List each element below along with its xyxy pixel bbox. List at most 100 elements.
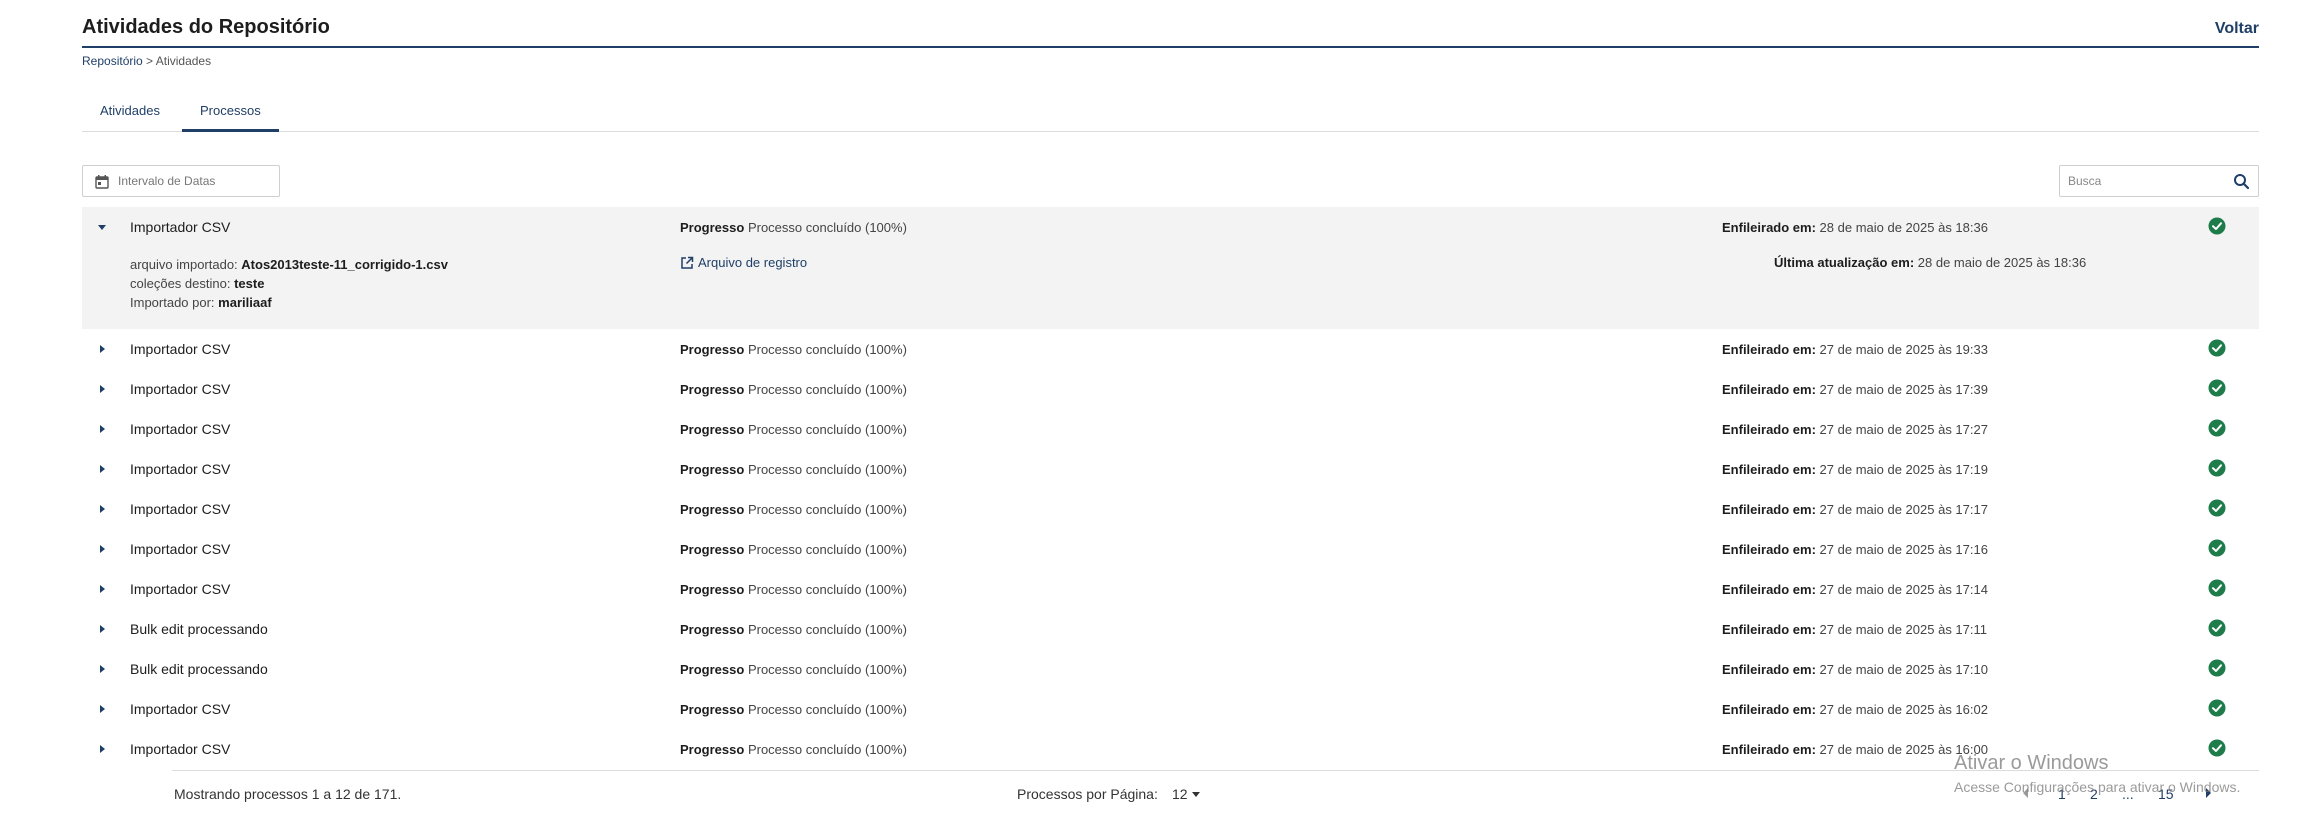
date-range-filter[interactable]: Intervalo de Datas — [82, 165, 280, 197]
search-icon[interactable] — [2232, 172, 2252, 192]
caret-right-icon[interactable] — [94, 381, 110, 397]
page-header: Atividades do Repositório Voltar — [82, 14, 2259, 48]
caret-down-icon[interactable] — [94, 219, 110, 235]
process-progress-value: Processo concluído (100%) — [747, 542, 907, 557]
check-circle-icon — [2208, 579, 2226, 597]
process-queued-value: 27 de maio de 2025 às 16:02 — [1819, 702, 1988, 717]
caret-right-icon[interactable] — [94, 741, 110, 757]
detail-imported-by: Importado por: mariliaaf — [130, 293, 448, 312]
search-input[interactable] — [2060, 166, 2220, 196]
per-page-value: 12 — [1172, 786, 1188, 802]
process-row: Bulk edit processando Progresso Processo … — [82, 649, 2259, 689]
process-progress: Progresso Processo concluído (100%) — [680, 342, 907, 357]
process-queued: Enfileirado em: 27 de maio de 2025 às 17… — [1722, 662, 1988, 677]
process-row: Importador CSV Progresso Processo concluí… — [82, 529, 2259, 569]
process-queued: Enfileirado em: 27 de maio de 2025 às 17… — [1722, 382, 1988, 397]
process-queued-label: Enfileirado em: — [1722, 502, 1816, 517]
process-queued-value: 27 de maio de 2025 às 19:33 — [1819, 342, 1988, 357]
per-page-select[interactable]: 12 — [1172, 786, 1200, 802]
process-row: Importador CSV Progresso Processo concluí… — [82, 569, 2259, 609]
process-queued: Enfileirado em: 27 de maio de 2025 às 17… — [1722, 582, 1988, 597]
tab-activities[interactable]: Atividades — [82, 96, 178, 132]
process-progress: Progresso Processo concluído (100%) — [680, 220, 907, 235]
process-row: Importador CSV Progresso Processo concluí… — [82, 729, 2259, 769]
check-circle-icon — [2208, 339, 2226, 357]
tab-processes[interactable]: Processos — [182, 96, 279, 132]
process-progress-value: Processo concluído (100%) — [747, 422, 907, 437]
process-progress-label: Progresso — [680, 622, 745, 637]
detail-target-collections-value: teste — [234, 276, 265, 291]
breadcrumb-repository-link[interactable]: Repositório — [82, 54, 143, 68]
log-file-link[interactable]: Arquivo de registro — [680, 255, 807, 270]
process-progress-label: Progresso — [680, 462, 745, 477]
process-queued: Enfileirado em: 27 de maio de 2025 às 17… — [1722, 422, 1988, 437]
process-row: Importador CSV Progresso Processo concluí… — [82, 409, 2259, 449]
process-queued: Enfileirado em: 27 de maio de 2025 às 17… — [1722, 502, 1988, 517]
process-queued-label: Enfileirado em: — [1722, 542, 1816, 557]
process-queued-value: 27 de maio de 2025 às 17:17 — [1819, 502, 1988, 517]
search-box — [2059, 165, 2259, 197]
page-15-button[interactable]: 15 — [2158, 786, 2174, 802]
caret-right-icon[interactable] — [94, 541, 110, 557]
process-progress: Progresso Processo concluído (100%) — [680, 742, 907, 757]
process-progress-label: Progresso — [680, 502, 745, 517]
prev-page-button[interactable] — [2022, 786, 2030, 802]
pagination: 1 2 ... 15 — [2022, 786, 2252, 806]
page-1-button[interactable]: 1 — [2058, 786, 2066, 802]
caret-right-icon[interactable] — [94, 501, 110, 517]
process-queued-label: Enfileirado em: — [1722, 220, 1816, 235]
process-name: Bulk edit processando — [130, 621, 268, 637]
chevron-down-icon — [1191, 792, 1200, 797]
back-link[interactable]: Voltar — [2215, 20, 2259, 38]
process-progress-value: Processo concluído (100%) — [747, 702, 907, 717]
breadcrumb-current: Atividades — [155, 54, 212, 68]
process-queued-label: Enfileirado em: — [1722, 582, 1816, 597]
process-progress: Progresso Processo concluído (100%) — [680, 582, 907, 597]
process-progress-label: Progresso — [680, 382, 745, 397]
check-circle-icon — [2208, 499, 2226, 517]
process-queued-label: Enfileirado em: — [1722, 462, 1816, 477]
process-progress-label: Progresso — [680, 582, 745, 597]
caret-right-icon[interactable] — [94, 701, 110, 717]
check-circle-icon — [2208, 379, 2226, 397]
process-progress-value: Processo concluído (100%) — [747, 342, 907, 357]
process-progress-value: Processo concluído (100%) — [747, 662, 907, 677]
process-row: Bulk edit processando Progresso Processo … — [82, 609, 2259, 649]
check-circle-icon — [2208, 739, 2226, 757]
page-title: Atividades do Repositório — [82, 16, 330, 38]
process-queued: Enfileirado em: 27 de maio de 2025 às 17… — [1722, 542, 1988, 557]
process-queued: Enfileirado em: 27 de maio de 2025 às 16… — [1722, 742, 1988, 757]
process-progress: Progresso Processo concluído (100%) — [680, 462, 907, 477]
next-page-button[interactable] — [2204, 786, 2212, 802]
check-circle-icon — [2208, 619, 2226, 637]
process-queued: Enfileirado em: 27 de maio de 2025 às 17… — [1722, 462, 1988, 477]
process-queued-label: Enfileirado em: — [1722, 622, 1816, 637]
process-queued-value: 27 de maio de 2025 às 17:27 — [1819, 422, 1988, 437]
detail-imported-by-value: mariliaaf — [218, 295, 272, 310]
process-progress-value: Processo concluído (100%) — [747, 742, 907, 757]
list-footer: Mostrando processos 1 a 12 de 171. Proce… — [172, 770, 2259, 820]
caret-right-icon[interactable] — [94, 421, 110, 437]
page-ellipsis: ... — [2122, 786, 2134, 802]
process-progress-label: Progresso — [680, 662, 745, 677]
process-updated-label: Última atualização em: — [1774, 255, 1915, 270]
caret-right-icon[interactable] — [94, 341, 110, 357]
page-2-button[interactable]: 2 — [2090, 786, 2098, 802]
process-queued-label: Enfileirado em: — [1722, 702, 1816, 717]
process-name: Importador CSV — [130, 421, 231, 437]
process-details: arquivo importado: Atos2013teste-11_corr… — [130, 255, 448, 312]
check-circle-icon — [2208, 539, 2226, 557]
caret-right-icon[interactable] — [94, 461, 110, 477]
caret-right-icon[interactable] — [94, 581, 110, 597]
caret-right-icon[interactable] — [94, 661, 110, 677]
process-name: Importador CSV — [130, 581, 231, 597]
process-queued: Enfileirado em: 27 de maio de 2025 às 17… — [1722, 622, 1987, 637]
check-circle-icon — [2208, 419, 2226, 437]
process-progress: Progresso Processo concluído (100%) — [680, 542, 907, 557]
per-page-label: Processos por Página: — [1017, 786, 1158, 802]
process-name: Importador CSV — [130, 381, 231, 397]
caret-right-icon[interactable] — [94, 621, 110, 637]
breadcrumb-separator: > — [146, 54, 154, 68]
process-name: Importador CSV — [130, 501, 231, 517]
repository-activities-page: Atividades do Repositório Voltar Reposit… — [82, 0, 2259, 827]
